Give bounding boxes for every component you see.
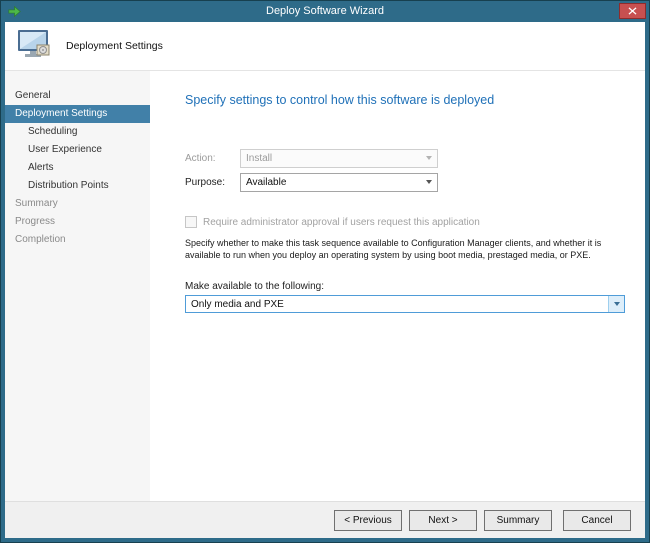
close-icon bbox=[628, 7, 637, 15]
sidebar-item-alerts[interactable]: Alerts bbox=[5, 159, 150, 177]
action-row: Action: Install bbox=[185, 148, 637, 168]
approval-checkbox-label: Require administrator approval if users … bbox=[203, 217, 480, 228]
purpose-row: Purpose: Available bbox=[185, 172, 637, 192]
sidebar-item-user-experience[interactable]: User Experience bbox=[5, 141, 150, 159]
close-button[interactable] bbox=[619, 3, 646, 19]
wizard-header: Deployment Settings bbox=[5, 22, 645, 71]
sidebar-item-general[interactable]: General bbox=[5, 87, 150, 105]
sidebar-item-completion[interactable]: Completion bbox=[5, 231, 150, 249]
action-value: Install bbox=[246, 153, 272, 164]
chevron-down-icon[interactable] bbox=[421, 174, 437, 191]
make-available-select[interactable]: Only media and PXE bbox=[185, 295, 625, 313]
page-title: Specify settings to control how this sof… bbox=[185, 93, 637, 107]
approval-checkbox bbox=[185, 216, 197, 228]
deployment-settings-icon bbox=[15, 29, 53, 64]
make-available-value: Only media and PXE bbox=[191, 299, 284, 310]
purpose-label: Purpose: bbox=[185, 177, 240, 188]
wizard-nav: General Deployment Settings Scheduling U… bbox=[5, 71, 150, 501]
sidebar-item-distribution-points[interactable]: Distribution Points bbox=[5, 177, 150, 195]
task-sequence-description: Specify whether to make this task sequen… bbox=[185, 238, 637, 261]
window-title: Deploy Software Wizard bbox=[1, 1, 649, 22]
titlebar[interactable]: Deploy Software Wizard bbox=[1, 1, 649, 22]
make-available-label: Make available to the following: bbox=[185, 281, 637, 292]
sidebar-item-deployment-settings[interactable]: Deployment Settings bbox=[5, 105, 150, 123]
purpose-value: Available bbox=[246, 177, 286, 188]
wizard-footer: < Previous Next > Summary Cancel bbox=[5, 501, 645, 538]
wizard-page-content: Specify settings to control how this sof… bbox=[150, 71, 645, 501]
header-title: Deployment Settings bbox=[66, 40, 163, 52]
wizard-main: General Deployment Settings Scheduling U… bbox=[5, 71, 645, 501]
approval-checkbox-row: Require administrator approval if users … bbox=[185, 216, 637, 228]
next-button[interactable]: Next > bbox=[409, 510, 477, 531]
previous-button[interactable]: < Previous bbox=[334, 510, 402, 531]
sidebar-item-progress[interactable]: Progress bbox=[5, 213, 150, 231]
sidebar-item-summary[interactable]: Summary bbox=[5, 195, 150, 213]
cancel-button[interactable]: Cancel bbox=[563, 510, 631, 531]
sidebar-item-scheduling[interactable]: Scheduling bbox=[5, 123, 150, 141]
action-select: Install bbox=[240, 149, 438, 168]
action-label: Action: bbox=[185, 153, 240, 164]
chevron-down-icon bbox=[421, 150, 437, 167]
summary-button[interactable]: Summary bbox=[484, 510, 552, 531]
deploy-software-wizard-window: Deploy Software Wizard bbox=[0, 0, 650, 543]
chevron-down-icon[interactable] bbox=[608, 296, 624, 312]
purpose-select[interactable]: Available bbox=[240, 173, 438, 192]
wizard-client-area: Deployment Settings General Deployment S… bbox=[5, 22, 645, 538]
